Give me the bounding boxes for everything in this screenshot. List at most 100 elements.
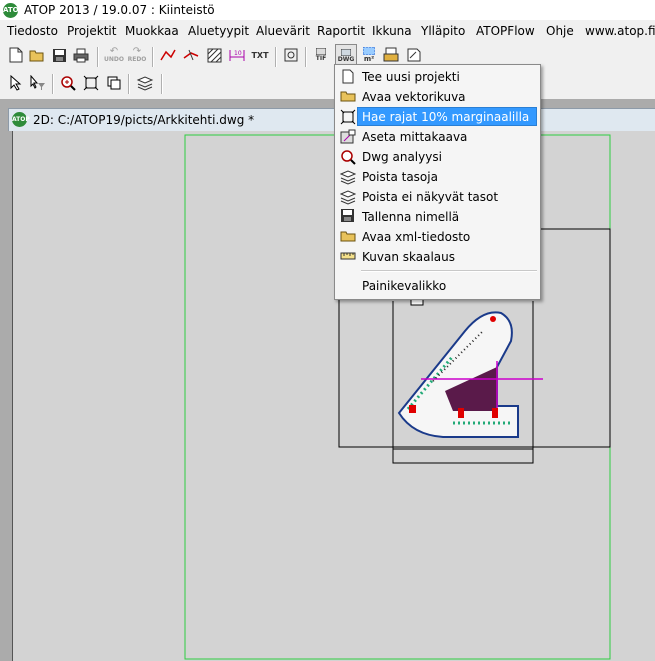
undo-button[interactable]: ↶ UNDO <box>104 45 124 65</box>
filter-pointer-icon <box>30 75 45 90</box>
dwg-label: DWG <box>337 56 355 63</box>
select-button[interactable] <box>6 73 26 93</box>
menu-website[interactable]: www.atop.fi <box>585 24 655 38</box>
app-logo-icon: ATOP <box>3 3 24 18</box>
printer-icon <box>73 48 89 62</box>
print-preview-button[interactable] <box>381 45 401 65</box>
layers-icon <box>339 169 357 185</box>
dimension-button[interactable]: 10 <box>227 45 247 65</box>
menu-item-label: Poista ei näkyvät tasot <box>362 190 499 204</box>
menu-raportit[interactable]: Raportit <box>317 24 365 38</box>
print-button[interactable] <box>71 45 91 65</box>
area-button[interactable]: m² <box>359 45 379 65</box>
menu-item-image-scaling[interactable]: Kuvan skaalaus <box>335 247 540 267</box>
menu-tiedosto[interactable]: Tiedosto <box>7 24 58 38</box>
txt-label: TXT <box>251 50 269 60</box>
menu-item-remove-hidden-layers[interactable]: Poista ei näkyvät tasot <box>335 187 540 207</box>
filter-select-button[interactable] <box>28 73 48 93</box>
zoom-window-icon <box>107 76 121 90</box>
zoom-window-button[interactable] <box>104 73 124 93</box>
new-file-icon <box>9 47 23 63</box>
menu-projektit[interactable]: Projektit <box>67 24 116 38</box>
hatch-button[interactable] <box>204 45 224 65</box>
magnify-icon <box>340 149 356 165</box>
menu-bar: Tiedosto Projektit Muokkaa Aluetyypit Al… <box>0 21 655 41</box>
menu-item-label: Aseta mittakaava <box>362 130 468 144</box>
layers-icon <box>339 189 357 205</box>
zoom-extents-icon <box>83 75 99 91</box>
toolbar-separator <box>152 47 154 67</box>
redo-icon: ↷ <box>132 46 142 57</box>
toolbar-separator <box>52 74 54 94</box>
menu-item-dwg-analysis[interactable]: Dwg analyysi <box>335 147 540 167</box>
polyline-button[interactable] <box>158 45 178 65</box>
menu-item-button-menu[interactable]: Painikevalikko <box>335 276 540 296</box>
menu-yllapito[interactable]: Ylläpito <box>421 24 465 38</box>
save-icon <box>52 48 66 62</box>
polyline-icon <box>160 49 176 61</box>
menu-item-save-as[interactable]: Tallenna nimellä <box>335 207 540 227</box>
menu-separator <box>361 270 537 272</box>
menu-item-new-project[interactable]: Tee uusi projekti <box>335 67 540 87</box>
open-button[interactable] <box>27 45 47 65</box>
toolbar-separator <box>275 47 277 67</box>
open-folder-icon <box>340 229 356 245</box>
save-button[interactable] <box>49 45 69 65</box>
zoom-in-button[interactable] <box>58 73 78 93</box>
menu-item-label: Dwg analyysi <box>362 150 442 164</box>
main-toolbar: ↶ UNDO ↷ REDO 10 TXT TIF DWG m² <box>0 42 655 68</box>
menu-item-open-vector[interactable]: Avaa vektorikuva <box>335 87 540 107</box>
menu-item-label: Avaa vektorikuva <box>362 90 466 104</box>
cut-line-icon <box>183 49 199 61</box>
tif-label: TIF <box>315 55 327 62</box>
toolbar-separator <box>305 47 307 67</box>
menu-item-fit-bounds[interactable]: Hae rajat 10% marginaalilla <box>335 107 540 127</box>
menu-aluetyypit[interactable]: Aluetyypit <box>188 24 249 38</box>
save-icon <box>340 209 356 225</box>
fit-bounds-icon <box>340 109 356 125</box>
undo-icon: ↶ <box>109 46 119 57</box>
image-icon <box>316 48 326 55</box>
menu-item-set-scale[interactable]: Aseta mittakaava <box>335 127 540 147</box>
new-file-icon <box>340 69 356 85</box>
tif-button[interactable]: TIF <box>311 45 331 65</box>
dwg-icon <box>341 49 351 56</box>
new-file-button[interactable] <box>6 45 26 65</box>
pointer-icon <box>10 75 22 91</box>
menu-item-label: Avaa xml-tiedosto <box>362 230 471 244</box>
menu-item-label: Painikevalikko <box>362 279 447 293</box>
menu-item-remove-layers[interactable]: Poista tasoja <box>335 167 540 187</box>
menu-muokkaa[interactable]: Muokkaa <box>125 24 179 38</box>
menu-atopflow[interactable]: ATOPFlow <box>476 24 535 38</box>
menu-ikkuna[interactable]: Ikkuna <box>372 24 412 38</box>
toolbar-separator <box>128 74 130 94</box>
text-button[interactable]: TXT <box>250 45 270 65</box>
area-icon <box>363 47 375 55</box>
menu-ohje[interactable]: Ohje <box>546 24 574 38</box>
open-folder-icon <box>340 89 356 105</box>
snap-icon <box>284 48 298 62</box>
cut-line-button[interactable] <box>181 45 201 65</box>
ruler-icon <box>340 249 356 265</box>
export-button[interactable] <box>404 45 424 65</box>
menu-item-label: Kuvan skaalaus <box>362 250 455 264</box>
svg-text:10: 10 <box>234 50 242 57</box>
dwg-dropdown-menu: Tee uusi projekti Avaa vektorikuva Hae r… <box>334 64 541 300</box>
redo-button[interactable]: ↷ REDO <box>127 45 147 65</box>
m2-label: m² <box>363 55 375 63</box>
secondary-toolbar <box>0 69 655 97</box>
open-folder-icon <box>29 50 44 62</box>
scale-icon <box>340 129 356 145</box>
zoom-extents-button[interactable] <box>81 73 101 93</box>
snap-button[interactable] <box>281 45 301 65</box>
undo-label: UNDO <box>104 56 124 63</box>
building-plan <box>397 311 543 438</box>
layers-button[interactable] <box>135 73 155 93</box>
menu-item-label: Tee uusi projekti <box>362 70 460 84</box>
document-title: 2D: C:/ATOP19/picts/Arkkitehti.dwg * <box>33 113 255 127</box>
menu-aluevarit[interactable]: Aluevärit <box>256 24 310 38</box>
hatch-icon <box>207 48 221 62</box>
menu-item-open-xml[interactable]: Avaa xml-tiedosto <box>335 227 540 247</box>
zoom-in-icon <box>61 76 76 91</box>
dimension-icon: 10 <box>229 49 245 61</box>
